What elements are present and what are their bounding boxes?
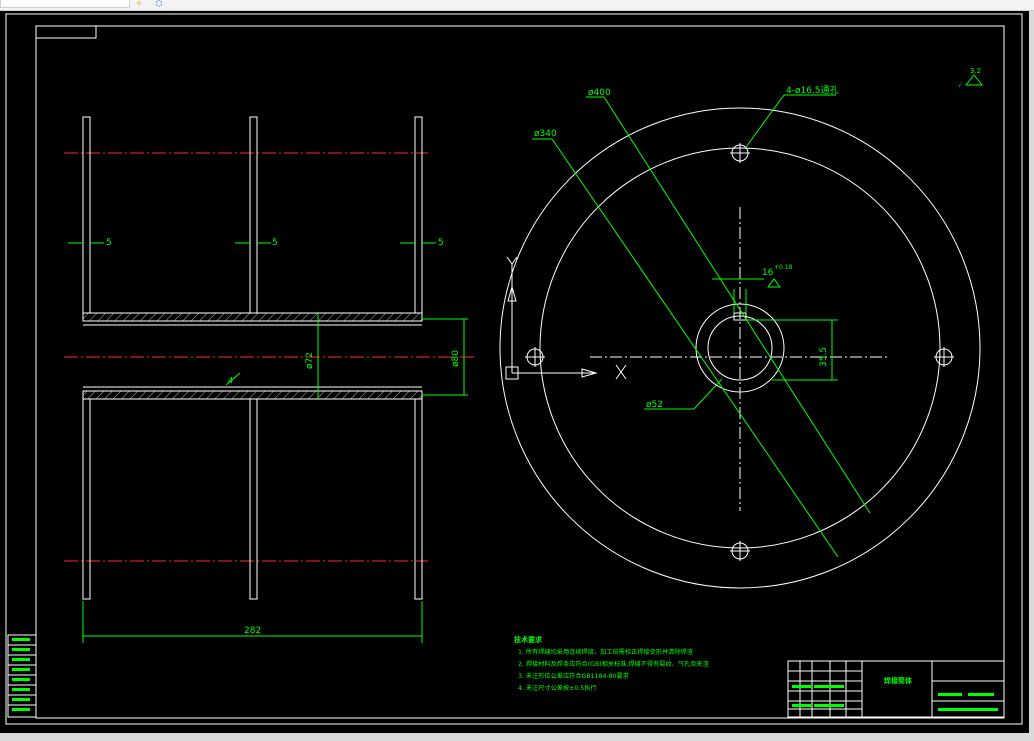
roughness-symbol — [964, 74, 984, 86]
tech-item-2: 2. 焊接材料及焊条应符合(GB)相关标准,焊缝不得有裂纹、气孔及夹渣 — [518, 660, 710, 668]
tube-wall-bottom — [82, 390, 423, 400]
right-view: ø400 ø340 4-ø16.5通孔 16 +0.18 35.5 ø52 √ … — [499, 67, 984, 589]
tech-heading: 技术要求 — [514, 635, 543, 644]
hole-leader — [745, 94, 785, 148]
cad-application: ✧ ⬡ 5 5 5 ø72 ø80 4 282 ø400 ø340 4-ø16.… — [0, 0, 1034, 741]
part-name: 焊接筒体 — [884, 676, 913, 685]
dim340-line — [551, 138, 839, 558]
kw-roughness-symbol — [767, 278, 781, 288]
outer-border — [5, 13, 1023, 725]
tech-item-3: 3. 未注形位公差应符合GB1184-80要求 — [518, 672, 629, 680]
left-view: 5 5 5 ø72 ø80 4 282 — [64, 116, 474, 643]
bore-label: ø52 — [646, 400, 663, 410]
ucs-icon — [505, 256, 627, 380]
code-box — [35, 25, 97, 39]
tech-item-4: 4. 未注尺寸公差按±0.5执行 — [518, 684, 597, 692]
roughness-value: 3.2 — [970, 67, 981, 75]
window-edge-right — [1029, 11, 1034, 741]
thickness-label-right: 5 — [438, 238, 444, 248]
tube-wall-top — [82, 312, 423, 322]
flange-right-top — [414, 116, 423, 314]
thickness-label-left: 5 — [106, 238, 112, 248]
drawing-svg: 5 5 5 ø72 ø80 4 282 ø400 ø340 4-ø16.5通孔 … — [5, 13, 1023, 725]
dim400-line — [603, 96, 871, 514]
dim400-label: ø400 — [588, 88, 611, 98]
toolbar: ✧ ⬡ — [0, 0, 1034, 11]
weld-note: 4 — [228, 376, 233, 385]
od-dim-label: ø80 — [451, 350, 461, 367]
kw-tol: +0.18 — [774, 264, 793, 271]
kw-label: 16 — [762, 268, 774, 278]
dim340-label: ø340 — [534, 129, 557, 139]
layer-icon[interactable]: ⬡ — [153, 0, 165, 8]
flange-left-top — [82, 116, 91, 314]
bore-leader — [693, 378, 723, 410]
bore-dim-label: ø72 — [305, 352, 315, 369]
kd-label: 35.5 — [819, 347, 829, 367]
tool-icon[interactable]: ✧ — [133, 0, 145, 8]
thickness-label-mid: 5 — [272, 238, 278, 248]
command-field[interactable] — [0, 0, 130, 8]
len-dim-label: 282 — [244, 626, 261, 636]
flange-mid-top — [249, 116, 258, 314]
roughness-prefix: √ — [958, 82, 962, 89]
drawing-canvas[interactable]: 5 5 5 ø72 ø80 4 282 ø400 ø340 4-ø16.5通孔 … — [0, 11, 1029, 733]
flange-left-bottom — [82, 398, 91, 600]
tech-item-1: 1. 所有焊缝均采用连续焊接，加工前需校正焊接变形并清除焊渣 — [518, 648, 694, 656]
tech-requirements: 技术要求 1. 所有焊缝均采用连续焊接，加工前需校正焊接变形并清除焊渣 2. 焊… — [514, 635, 710, 692]
flange-right-bottom — [414, 398, 423, 600]
revision-table — [7, 634, 37, 718]
hole-callout: 4-ø16.5通孔 — [786, 85, 839, 96]
window-edge-bottom — [0, 733, 1034, 741]
flange-mid-bottom — [249, 398, 258, 600]
inner-border — [35, 25, 1005, 719]
title-block: 焊接筒体 — [787, 660, 1005, 718]
